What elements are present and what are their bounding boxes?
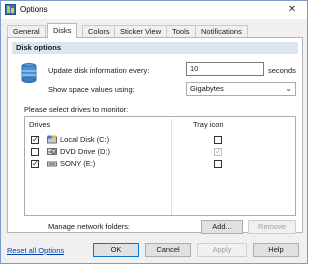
section-header: Disk options <box>12 42 298 54</box>
tray-checkbox-d: ✓ <box>214 147 222 156</box>
drives-column-header: Drives <box>29 120 51 129</box>
monitor-checkbox-d[interactable] <box>31 148 39 156</box>
add-network-folder-button[interactable]: Add... <box>201 220 243 234</box>
apply-button: Apply <box>197 243 247 257</box>
options-window: Options ✕ General Disks Colors Sticker V… <box>0 0 308 264</box>
drive-row-c: ✓ Local Disk (C:) <box>25 134 295 146</box>
update-interval-unit: seconds <box>268 66 296 75</box>
update-interval-label: Update disk information every: <box>48 66 150 75</box>
remove-network-folder-button: Remove <box>248 220 296 234</box>
svg-text:DVD: DVD <box>49 150 56 154</box>
tray-column-header: Tray icon <box>193 120 224 129</box>
dvd-drive-icon: DVD <box>47 148 57 155</box>
reset-all-options-link[interactable]: Reset all Options <box>7 246 64 255</box>
title-bar[interactable]: Options ✕ <box>1 1 307 19</box>
tab-strip: General Disks Colors Sticker View Tools … <box>7 23 303 38</box>
tray-checkbox-e[interactable] <box>214 160 222 168</box>
drive-label-e: SONY (E:) <box>60 159 96 168</box>
drive-row-d: DVD DVD Drive (D:) ✓ <box>25 146 295 158</box>
tab-sticker-view[interactable]: Sticker View <box>114 25 168 37</box>
tab-tools[interactable]: Tools <box>166 25 196 37</box>
tab-notifications[interactable]: Notifications <box>195 25 248 37</box>
close-button[interactable]: ✕ <box>283 2 301 17</box>
tab-colors[interactable]: Colors <box>82 25 116 37</box>
hard-disk-icon <box>47 135 57 144</box>
tab-general[interactable]: General <box>7 25 46 37</box>
chevron-down-icon: ⌄ <box>285 84 292 93</box>
monitor-checkbox-e[interactable]: ✓ <box>31 160 39 168</box>
monitor-checkbox-c[interactable]: ✓ <box>31 136 39 144</box>
drive-row-e: ✓ SONY (E:) <box>25 158 295 170</box>
network-folders-label: Manage network folders: <box>48 222 131 231</box>
tab-disks[interactable]: Disks <box>47 23 78 38</box>
drive-label-c: Local Disk (C:) <box>60 135 110 144</box>
drive-label-d: DVD Drive (D:) <box>60 147 110 156</box>
space-units-value: Gigabytes <box>190 84 224 93</box>
disks-icon <box>21 63 37 83</box>
cancel-button[interactable]: Cancel <box>145 243 191 257</box>
ok-button[interactable]: OK <box>93 243 139 257</box>
removable-drive-icon <box>47 161 57 167</box>
disks-panel: Disk options Update disk information eve… <box>7 37 303 234</box>
help-button[interactable]: Help <box>253 243 299 257</box>
app-icon <box>5 4 16 15</box>
drives-prompt: Please select drives to monitor: <box>24 105 129 114</box>
update-interval-input[interactable]: 10 <box>186 62 264 76</box>
tray-checkbox-c[interactable] <box>214 136 222 144</box>
window-title: Options <box>20 5 48 14</box>
drives-list[interactable]: Drives Tray icon ✓ Local Disk (C:) DVD D… <box>24 116 296 216</box>
space-units-label: Show space values using: <box>48 85 135 94</box>
space-units-select[interactable]: Gigabytes ⌄ <box>186 82 296 96</box>
